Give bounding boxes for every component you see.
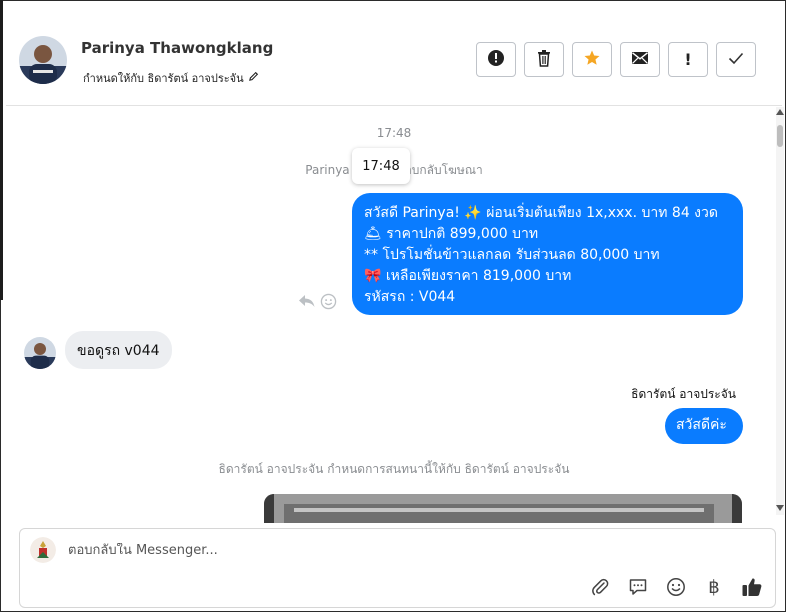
contact-name: Parinya Thawongklang bbox=[81, 39, 274, 57]
react-emoji-icon[interactable] bbox=[320, 293, 337, 314]
assignment-notice: ธิดารัตน์ อาจประจัน กำหนดการสนทนานี้ให้ก… bbox=[218, 462, 570, 476]
mail-icon bbox=[631, 51, 649, 69]
assignment-label[interactable]: กำหนดให้กับ ธิดารัตน์ อาจประจัน bbox=[83, 69, 259, 87]
speech-bubble-icon[interactable] bbox=[627, 576, 649, 598]
message-thread[interactable]: 17:48 Parinya Thawo ตอบกลับโฆษณา 17:48 ส… bbox=[6, 107, 776, 523]
mark-unread-button[interactable] bbox=[620, 42, 660, 77]
exclamation-icon: ! bbox=[684, 50, 692, 69]
contact-avatar[interactable] bbox=[19, 36, 67, 84]
outgoing-ad-message[interactable]: สวัสดี Parinya! ✨ ผ่อนเริ่มต้นเพียง 1x,x… bbox=[352, 193, 743, 315]
ad-line-4: 🎀 เหลือเพียงราคา 819,000 บาท bbox=[364, 268, 572, 284]
time-tooltip: 17:48 bbox=[352, 148, 410, 184]
composer-toolbar: ฿ bbox=[589, 576, 763, 598]
report-button[interactable] bbox=[476, 42, 516, 77]
message-composer: ฿ bbox=[19, 528, 776, 608]
reply-input[interactable] bbox=[68, 543, 668, 558]
outgoing-greeting[interactable]: สวัสดีค่ะ bbox=[665, 408, 743, 444]
header-toolbar: ! bbox=[476, 42, 756, 77]
scroll-thumb[interactable] bbox=[777, 125, 783, 147]
contact-avatar-small[interactable] bbox=[24, 337, 56, 369]
conversation-header: Parinya Thawongklang กำหนดให้กับ ธิดารัต… bbox=[6, 12, 782, 106]
ad-line-2: 🛎 ราคาปกติ 899,000 บาท bbox=[364, 226, 539, 242]
paperclip-icon[interactable] bbox=[589, 576, 611, 598]
star-icon bbox=[583, 49, 601, 71]
incoming-message[interactable]: ขอดูรถ v044 bbox=[65, 331, 172, 369]
thumbs-up-icon[interactable] bbox=[741, 576, 763, 598]
mark-done-button[interactable] bbox=[716, 42, 756, 77]
spam-button[interactable]: ! bbox=[668, 42, 708, 77]
assignment-text: กำหนดให้กับ ธิดารัตน์ อาจประจัน bbox=[83, 72, 244, 85]
thread-scrollbar[interactable] bbox=[776, 107, 784, 515]
page-avatar bbox=[30, 537, 56, 563]
trash-icon bbox=[536, 49, 552, 71]
scroll-up-arrow-icon[interactable] bbox=[776, 109, 784, 115]
ad-line-3: ** โปรโมชั่นข้าวแลกลด รับส่วนลด 80,000 บ… bbox=[364, 247, 660, 263]
sender-name: ธิดารัตน์ อาจประจัน bbox=[631, 387, 736, 401]
message-actions bbox=[298, 293, 337, 314]
check-icon bbox=[728, 51, 744, 69]
pencil-icon[interactable] bbox=[248, 71, 259, 85]
alert-circle-icon bbox=[487, 49, 505, 71]
ad-line-5: รหัสรถ : V044 bbox=[364, 289, 456, 305]
ad-line-1: สวัสดี Parinya! ✨ ผ่อนเริ่มต้นเพียง 1x,x… bbox=[364, 205, 718, 221]
baht-icon[interactable]: ฿ bbox=[703, 576, 725, 598]
timestamp-divider: 17:48 bbox=[376, 126, 412, 140]
image-attachment[interactable] bbox=[264, 494, 742, 523]
scroll-down-arrow-icon[interactable] bbox=[776, 505, 784, 511]
delete-button[interactable] bbox=[524, 42, 564, 77]
emoji-icon[interactable] bbox=[665, 576, 687, 598]
window-left-edge bbox=[0, 0, 3, 300]
star-button[interactable] bbox=[572, 42, 612, 77]
reply-icon[interactable] bbox=[298, 293, 316, 314]
